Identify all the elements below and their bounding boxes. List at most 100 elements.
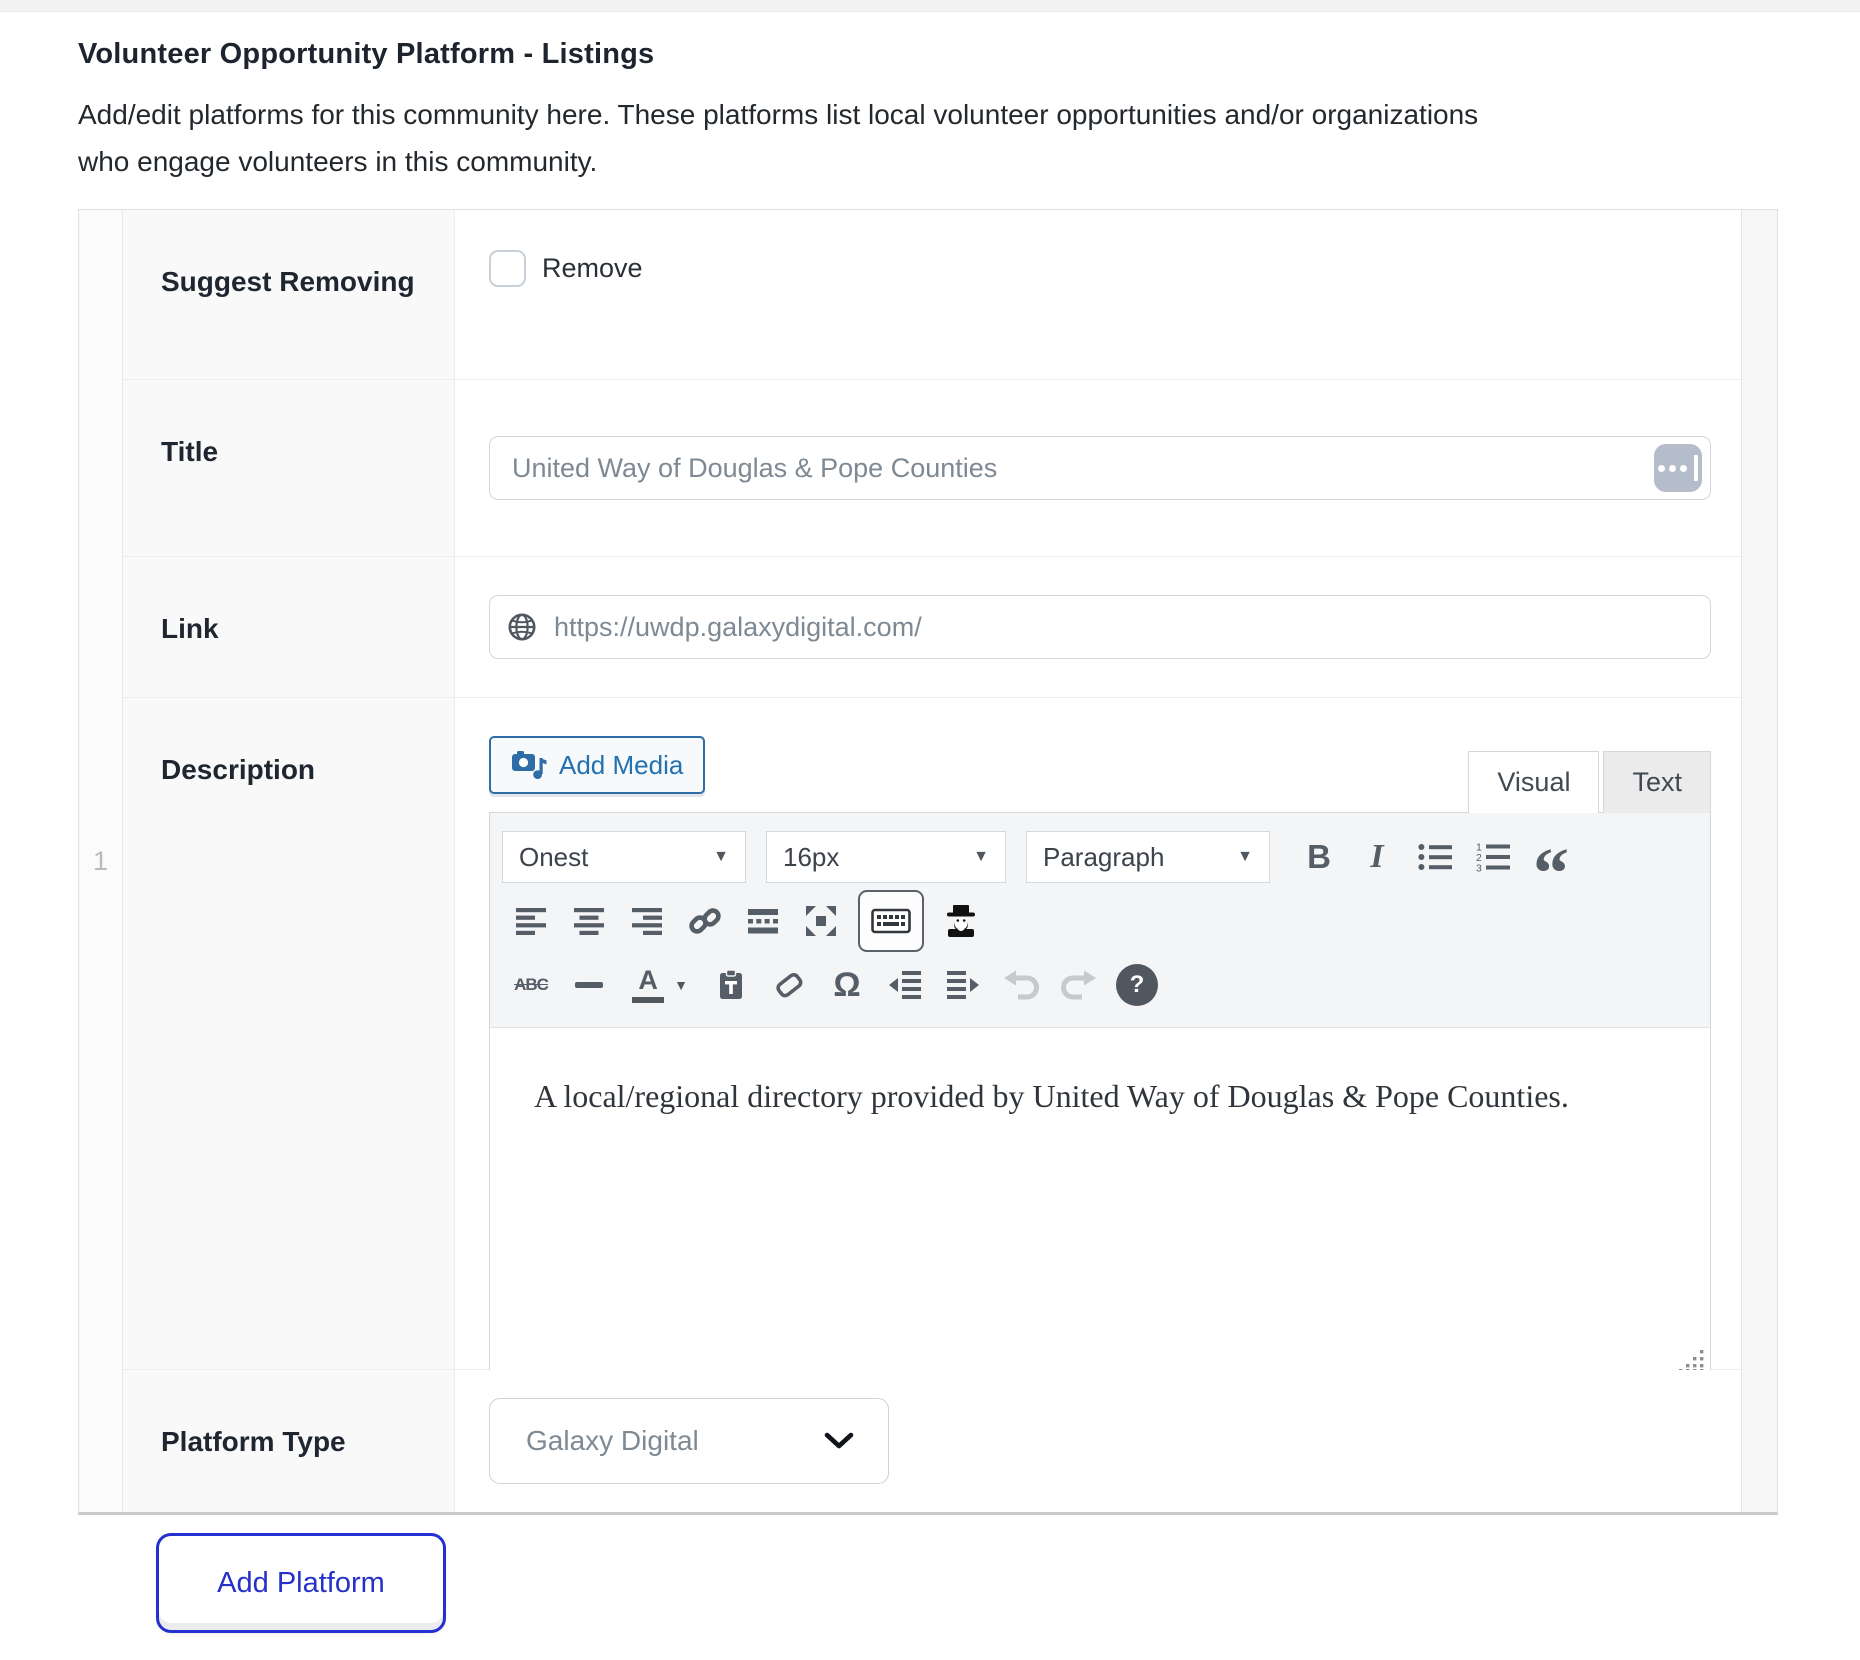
field-row-link: Link — [123, 557, 1741, 698]
editor-mode-tabs: Visual Text — [1468, 751, 1711, 813]
paste-as-text-button[interactable] — [702, 957, 760, 1013]
suggest-removing-label: Suggest Removing — [123, 210, 455, 379]
remove-formatting-button[interactable] — [760, 957, 818, 1013]
password-manager-autofill-icon[interactable] — [1654, 444, 1702, 492]
read-more-icon — [748, 908, 778, 935]
undo-icon — [1002, 969, 1040, 1001]
toolbar-row-2 — [502, 889, 1698, 953]
title-input-wrap — [489, 436, 1711, 500]
read-more-button[interactable] — [734, 893, 792, 949]
add-platform-button[interactable]: Add Platform — [156, 1533, 446, 1633]
wysiwyg-editor: Onest ▼ 16px ▼ Paragraph ▼ — [489, 812, 1711, 1379]
person-shortcode-button[interactable] — [932, 893, 990, 949]
field-row-suggest-removing: Suggest Removing Remove — [123, 210, 1741, 380]
numbered-list-button[interactable]: 1 2 3 — [1464, 829, 1522, 885]
special-character-button[interactable]: Ω — [818, 957, 876, 1013]
blockquote-button[interactable]: “ — [1522, 845, 1580, 901]
metabox-content: Volunteer Opportunity Platform - Listing… — [0, 38, 1860, 1633]
toolbar-row-1: Onest ▼ 16px ▼ Paragraph ▼ — [502, 825, 1698, 889]
indent-icon — [947, 971, 979, 999]
align-left-icon — [516, 908, 546, 935]
redo-button[interactable] — [1050, 957, 1108, 1013]
chevron-down-icon: ▼ — [674, 977, 688, 993]
description-cell: Add Media Visual Text Onest — [455, 698, 1741, 1369]
font-size-value: 16px — [783, 842, 839, 873]
add-media-icon — [511, 749, 547, 781]
editor-paragraph: A local/regional directory provided by U… — [534, 1078, 1666, 1115]
link-input-wrap — [489, 595, 1711, 659]
row-order-column[interactable]: 1 — [79, 210, 123, 1512]
align-center-icon — [574, 908, 604, 935]
block-format-select[interactable]: Paragraph ▼ — [1026, 831, 1270, 883]
toolbar-toggle-button[interactable] — [858, 890, 924, 952]
chevron-down-icon: ▼ — [1237, 848, 1253, 866]
platform-type-cell: Galaxy Digital — [455, 1370, 1741, 1512]
indent-button[interactable] — [934, 957, 992, 1013]
bold-button[interactable]: B — [1290, 829, 1348, 885]
remove-checkbox[interactable] — [489, 250, 526, 287]
italic-button[interactable]: I — [1348, 829, 1406, 885]
outdent-button[interactable] — [876, 957, 934, 1013]
align-right-icon — [632, 908, 662, 935]
numbered-list-icon: 1 2 3 — [1476, 842, 1510, 872]
platform-repeater: 1 Suggest Removing Remove Title — [78, 209, 1778, 1515]
text-color-button[interactable]: A ▼ — [618, 957, 702, 1013]
platform-type-label: Platform Type — [123, 1370, 455, 1512]
page-title: Volunteer Opportunity Platform - Listing… — [78, 38, 1860, 71]
bullet-list-icon — [1418, 843, 1452, 871]
outdent-icon — [889, 971, 921, 999]
font-family-value: Onest — [519, 842, 588, 873]
eraser-icon — [772, 969, 806, 1001]
align-right-button[interactable] — [618, 893, 676, 949]
field-row-description: Description — [123, 698, 1741, 1370]
help-button[interactable]: ? — [1108, 957, 1166, 1013]
row-number: 1 — [93, 846, 108, 877]
link-input[interactable] — [489, 595, 1711, 659]
editor-toolbar: Onest ▼ 16px ▼ Paragraph ▼ — [490, 813, 1710, 1028]
tab-text[interactable]: Text — [1603, 751, 1711, 813]
undo-button[interactable] — [992, 957, 1050, 1013]
top-strip — [0, 0, 1860, 12]
chevron-down-icon: ▼ — [973, 848, 989, 866]
platform-type-select[interactable]: Galaxy Digital — [489, 1398, 889, 1484]
block-format-value: Paragraph — [1043, 842, 1164, 873]
help-icon: ? — [1116, 964, 1158, 1006]
remove-checkbox-label: Remove — [542, 253, 643, 284]
link-cell — [455, 557, 1741, 697]
link-label: Link — [123, 557, 455, 697]
bullet-list-button[interactable] — [1406, 829, 1464, 885]
chevron-down-icon — [824, 1432, 854, 1450]
tab-visual[interactable]: Visual — [1468, 751, 1599, 813]
link-icon — [688, 904, 722, 938]
align-left-button[interactable] — [502, 893, 560, 949]
description-label: Description — [123, 698, 455, 1369]
toolbar-row-3: ABC A ▼ — [502, 953, 1698, 1017]
insert-link-button[interactable] — [676, 893, 734, 949]
suggest-removing-cell: Remove — [455, 210, 1741, 379]
field-group-description: Add/edit platforms for this community he… — [78, 91, 1528, 185]
strikethrough-button[interactable]: ABC — [502, 957, 560, 1013]
person-with-hat-icon — [943, 903, 979, 939]
row-actions-column — [1741, 210, 1777, 1512]
add-media-button[interactable]: Add Media — [489, 736, 705, 794]
field-row-title: Title — [123, 380, 1741, 557]
editor-header: Add Media Visual Text — [489, 732, 1711, 812]
add-media-label: Add Media — [559, 750, 683, 781]
fullscreen-button[interactable] — [792, 893, 850, 949]
svg-text:3: 3 — [1476, 863, 1482, 873]
remove-checkbox-group: Remove — [489, 250, 1711, 287]
field-row-platform-type: Platform Type Galaxy Digital — [123, 1370, 1741, 1512]
title-label: Title — [123, 380, 455, 556]
chevron-down-icon: ▼ — [713, 848, 729, 866]
title-input[interactable] — [489, 436, 1711, 500]
align-center-button[interactable] — [560, 893, 618, 949]
font-family-select[interactable]: Onest ▼ — [502, 831, 746, 883]
platform-type-value: Galaxy Digital — [526, 1425, 699, 1457]
globe-icon — [507, 612, 537, 642]
horizontal-rule-button[interactable] — [560, 957, 618, 1013]
font-size-select[interactable]: 16px ▼ — [766, 831, 1006, 883]
keyboard-icon — [871, 905, 911, 937]
title-cell — [455, 380, 1741, 556]
editor-content-area[interactable]: A local/regional directory provided by U… — [490, 1078, 1710, 1378]
text-color-icon: A — [632, 967, 664, 1003]
